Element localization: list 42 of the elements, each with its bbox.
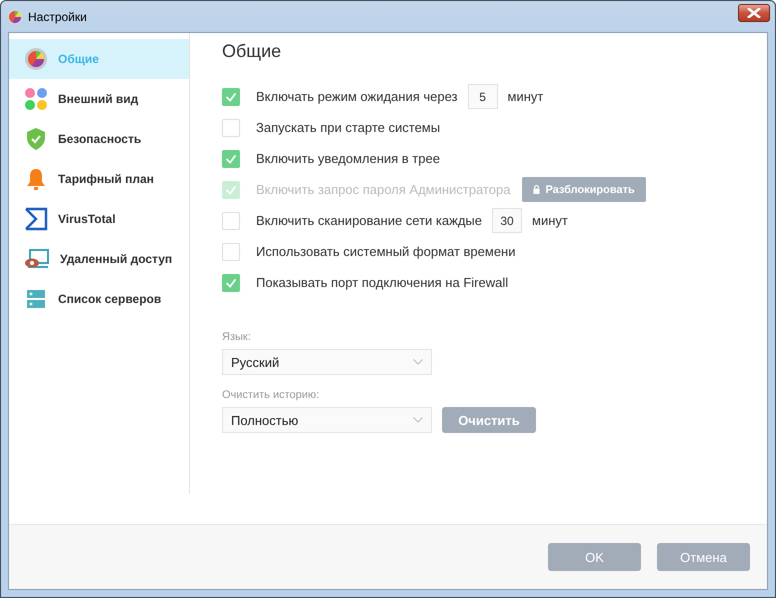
bell-icon — [24, 167, 48, 191]
lock-icon — [533, 185, 540, 194]
sidebar-item[interactable]: VirusTotal — [9, 199, 189, 239]
number-field[interactable]: 30 — [492, 208, 522, 233]
section-heading: Общие — [222, 41, 282, 62]
checkbox[interactable] — [222, 118, 240, 136]
close-icon — [747, 8, 761, 18]
server-icon — [24, 287, 48, 311]
checkbox[interactable] — [222, 242, 240, 260]
option-label: Включить уведомления в трее — [256, 151, 440, 166]
number-field[interactable]: 5 — [468, 84, 498, 109]
close-button[interactable] — [738, 4, 770, 22]
option-label: Включать режим ожидания через — [256, 89, 458, 104]
dots-icon — [24, 87, 48, 111]
field-label: Язык: — [222, 331, 252, 343]
checkbox[interactable] — [222, 274, 240, 292]
sidebar-item[interactable]: Внешний вид — [9, 79, 189, 119]
history-dropdown[interactable]: Полностью — [222, 407, 432, 433]
checkbox[interactable] — [222, 212, 240, 230]
sidebar-item[interactable]: Удаленный доступ — [9, 239, 189, 279]
pie-chart-icon — [24, 47, 48, 71]
option-label: Включить сканирование сети каждые — [256, 213, 482, 228]
option-label: Использовать системный формат времени — [256, 244, 516, 259]
app-logo-icon — [8, 10, 22, 24]
monitor-eye-icon — [24, 247, 50, 271]
language-dropdown[interactable]: Русский — [222, 349, 432, 375]
chevron-down-icon — [413, 417, 423, 423]
option-label: Запускать при старте системы — [256, 120, 440, 135]
checkbox[interactable] — [222, 150, 240, 168]
sidebar-item[interactable]: Безопасность — [9, 119, 189, 159]
sidebar-item[interactable]: Список серверов — [9, 279, 189, 319]
chevron-down-icon — [413, 359, 423, 365]
shield-icon — [24, 127, 48, 151]
unit-label: минут — [508, 89, 544, 104]
option-label: Включить запрос пароля Администратора — [256, 182, 510, 197]
checkbox[interactable] — [222, 88, 240, 106]
sigma-icon — [24, 207, 48, 231]
sidebar-item[interactable]: Тарифный план — [9, 159, 189, 199]
field-label: Очистить историю: — [222, 389, 320, 401]
option-label: Показывать порт подключения на Firewall — [256, 275, 508, 290]
window-title: Настройки — [28, 10, 87, 24]
unit-label: минут — [532, 213, 568, 228]
